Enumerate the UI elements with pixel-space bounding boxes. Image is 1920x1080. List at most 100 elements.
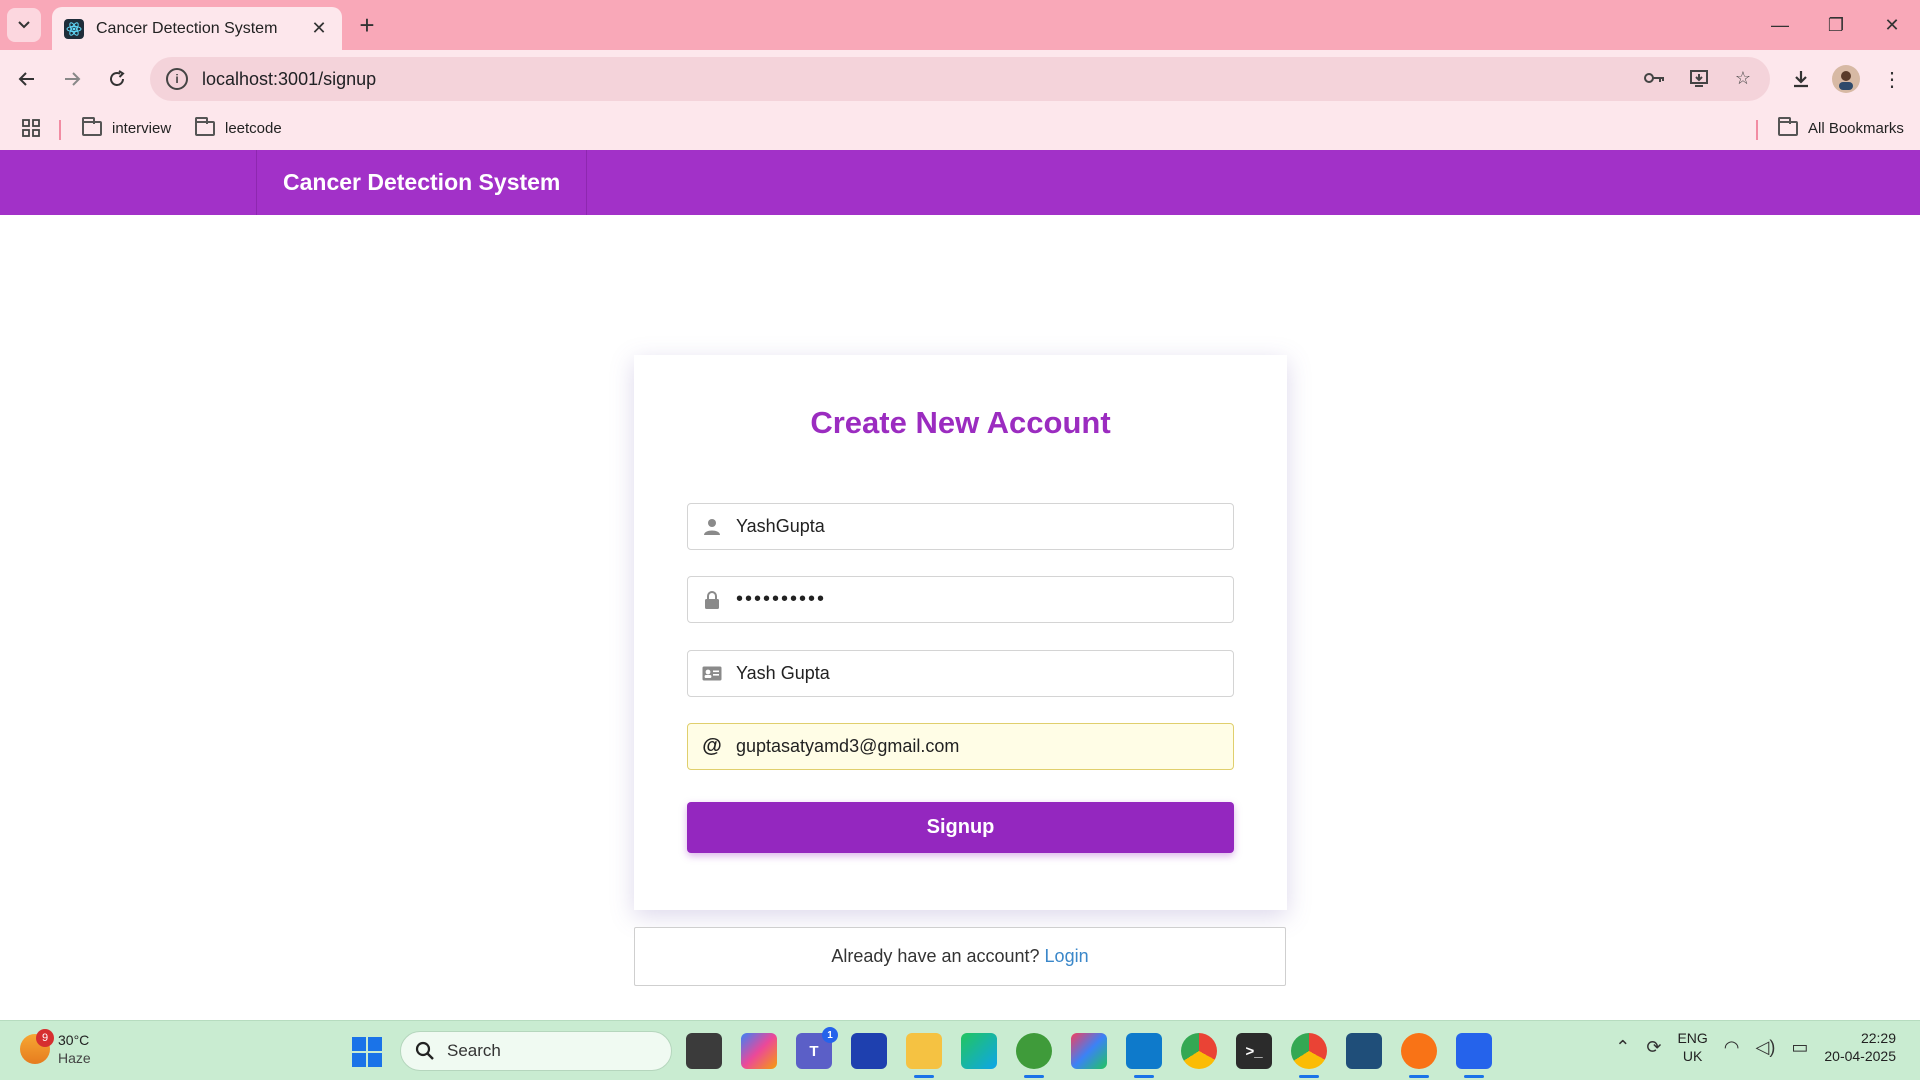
bookmark-separator — [59, 120, 61, 140]
login-link[interactable]: Login — [1045, 946, 1089, 967]
vscode-icon[interactable] — [1126, 1033, 1162, 1078]
back-arrow-icon — [18, 72, 34, 86]
taskbar-search[interactable]: Search — [400, 1031, 672, 1071]
chevron-down-icon — [18, 21, 30, 29]
language-code: ENG — [1677, 1030, 1708, 1046]
brand-link[interactable]: Cancer Detection System — [256, 150, 588, 215]
url-text[interactable]: localhost:3001/signup — [202, 69, 376, 90]
login-prompt-text: Already have an account? — [831, 946, 1040, 966]
volume-icon[interactable]: ◁) — [1756, 1037, 1776, 1058]
download-icon — [1794, 71, 1808, 88]
weather-badge: 9 — [36, 1029, 54, 1047]
bookmark-interview[interactable]: interview — [82, 117, 172, 137]
weather-widget[interactable]: 9 30°C Haze — [20, 1029, 91, 1067]
browser-tab[interactable]: Cancer Detection System ✕ — [52, 7, 342, 50]
address-bar[interactable]: i localhost:3001/signup ☆ — [150, 57, 1770, 101]
minimize-button[interactable]: — — [1752, 0, 1808, 50]
folder-icon — [195, 117, 215, 136]
file-explorer-icon[interactable] — [906, 1033, 942, 1078]
app-navbar: Cancer Detection System — [0, 150, 1920, 215]
username-field[interactable] — [687, 503, 1234, 550]
notepad-icon[interactable] — [1456, 1033, 1492, 1078]
lock-icon — [688, 590, 736, 609]
username-input[interactable] — [736, 516, 1216, 537]
clock[interactable]: 22:29 20-04-2025 — [1824, 1029, 1896, 1065]
bookmark-leetcode[interactable]: leetcode — [195, 117, 282, 137]
microsoft-store-icon[interactable] — [851, 1033, 887, 1069]
tab-title: Cancer Detection System — [96, 19, 278, 37]
chrome-profile-icon[interactable] — [1291, 1033, 1327, 1078]
search-icon — [415, 1041, 434, 1060]
install-app-icon[interactable] — [1686, 65, 1712, 91]
close-tab-icon[interactable]: ✕ — [308, 18, 330, 39]
chevron-up-icon[interactable]: ⌃ — [1615, 1037, 1630, 1058]
bookmark-separator — [1756, 120, 1758, 140]
forward-button[interactable] — [55, 62, 89, 96]
terminal-icon[interactable]: >_ — [1236, 1033, 1272, 1069]
bookmark-label: interview — [112, 120, 172, 137]
folder-icon — [82, 117, 102, 136]
weather-condition: Haze — [58, 1050, 91, 1066]
postman-icon[interactable] — [1401, 1033, 1437, 1078]
browser-toolbar: i localhost:3001/signup ☆ ⋮ — [0, 50, 1920, 108]
bookmark-star-icon[interactable]: ☆ — [1730, 65, 1756, 91]
site-info-icon[interactable]: i — [166, 68, 188, 90]
bookmark-label: leetcode — [225, 120, 282, 137]
browser-tab-bar: Cancer Detection System ✕ + — ❐ ✕ — [0, 0, 1920, 50]
react-favicon-icon — [64, 18, 84, 39]
clock-time: 22:29 — [1860, 1030, 1896, 1046]
reload-button[interactable] — [100, 62, 134, 96]
all-bookmarks-label: All Bookmarks — [1808, 120, 1904, 137]
bookmarks-bar: interview leetcode All Bookmarks — [0, 108, 1920, 150]
pinned-apps: T1 >_ — [686, 1027, 1492, 1078]
mysql-workbench-icon[interactable] — [1346, 1033, 1382, 1069]
wifi-icon[interactable]: ◠ — [1724, 1037, 1740, 1058]
battery-icon[interactable]: ▭ — [1791, 1037, 1808, 1058]
close-window-button[interactable]: ✕ — [1864, 0, 1920, 50]
restore-button[interactable]: ❐ — [1808, 0, 1864, 50]
chrome-icon[interactable] — [1181, 1033, 1217, 1069]
apps-grid-icon[interactable] — [22, 119, 40, 137]
task-view-icon[interactable] — [686, 1033, 722, 1069]
email-input[interactable] — [736, 736, 1216, 757]
new-tab-button[interactable]: + — [352, 10, 382, 40]
reload-icon — [110, 70, 125, 86]
signup-card: Create New Account @ Signup — [634, 355, 1287, 910]
password-input[interactable] — [736, 588, 1216, 611]
search-label: Search — [447, 1041, 501, 1060]
back-button[interactable] — [10, 62, 44, 96]
email-field[interactable]: @ — [687, 723, 1234, 770]
browser-menu-button[interactable]: ⋮ — [1875, 62, 1909, 96]
keyboard-layout: UK — [1682, 1048, 1703, 1064]
clock-date: 20-04-2025 — [1824, 1048, 1896, 1064]
windows-logo-icon — [352, 1037, 366, 1051]
profile-avatar[interactable] — [1832, 65, 1860, 93]
teams-badge: 1 — [822, 1027, 838, 1043]
login-prompt: Already have an account? Login — [634, 927, 1286, 986]
language-indicator[interactable]: ENG UK — [1677, 1029, 1707, 1065]
password-field[interactable] — [687, 576, 1234, 623]
microsoft-365-icon[interactable] — [1071, 1033, 1107, 1069]
signup-button[interactable]: Signup — [687, 802, 1234, 853]
all-bookmarks-button[interactable]: All Bookmarks — [1778, 117, 1904, 137]
teams-icon[interactable]: T1 — [796, 1027, 838, 1069]
copilot-icon[interactable] — [741, 1033, 777, 1069]
system-tray: ⌃ ⟳ ENG UK ◠ ◁) ▭ 22:29 20-04-2025 — [1615, 1029, 1896, 1065]
start-button[interactable] — [352, 1037, 382, 1067]
folder-icon — [1778, 117, 1798, 136]
page-title: Create New Account — [810, 405, 1111, 440]
fullname-field[interactable] — [687, 650, 1234, 697]
edge-icon[interactable] — [961, 1033, 997, 1069]
fullname-input[interactable] — [736, 663, 1216, 684]
forward-arrow-icon — [65, 72, 81, 86]
downloads-button[interactable] — [1784, 62, 1818, 96]
weather-sun-icon: 9 — [20, 1029, 54, 1064]
tab-search-button[interactable] — [7, 8, 41, 42]
password-key-icon[interactable] — [1642, 65, 1668, 91]
taskbar: 9 30°C Haze Search T1 >_ ⌃ ⟳ ENG UK ◠ ◁)… — [0, 1020, 1920, 1080]
user-icon — [688, 518, 736, 536]
sync-icon[interactable]: ⟳ — [1646, 1037, 1661, 1058]
mongodb-compass-icon[interactable] — [1016, 1033, 1052, 1078]
window-controls: — ❐ ✕ — [1752, 0, 1920, 50]
at-sign-icon: @ — [702, 735, 722, 757]
